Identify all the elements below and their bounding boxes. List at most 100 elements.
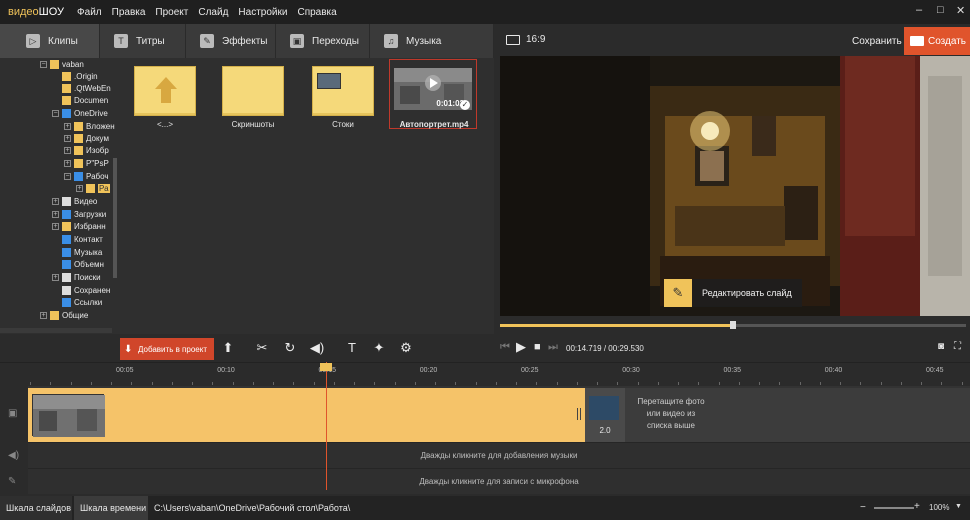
- tree-node[interactable]: − OneDrive: [52, 107, 108, 119]
- tree-node-label: Ссылки: [74, 297, 103, 307]
- tree-node[interactable]: .QtWebEn: [62, 82, 111, 94]
- fullscreen-icon[interactable]: ⛶: [954, 341, 961, 352]
- tree-node[interactable]: + Докум: [64, 132, 109, 144]
- tree-node[interactable]: Сохранен: [62, 284, 110, 296]
- tab-transitions[interactable]: ▣ Переходы: [276, 24, 370, 58]
- snapshot-icon[interactable]: ◙: [938, 341, 944, 352]
- tab-transitions-label: Переходы: [312, 35, 359, 47]
- seekbar-handle[interactable]: [730, 321, 736, 329]
- ruler-tick: [799, 382, 801, 385]
- preview-screen[interactable]: ✎ Редактировать слайд: [500, 56, 970, 316]
- checkmark-icon: ✓: [460, 100, 470, 110]
- text-tool-icon[interactable]: T: [344, 340, 360, 356]
- tree-node-label: Ра: [98, 183, 110, 193]
- transition-block[interactable]: 2.0: [585, 388, 625, 442]
- expand-icon[interactable]: +: [64, 159, 71, 167]
- edit-slide-button[interactable]: ✎ Редактировать слайд: [664, 279, 802, 307]
- tree-node[interactable]: + Поиски: [52, 271, 101, 283]
- voice-track[interactable]: Дважды кликните для записи с микрофона: [28, 468, 970, 494]
- expand-icon[interactable]: +: [52, 197, 59, 205]
- tree-node-selected[interactable]: + Ра: [76, 182, 110, 194]
- tab-timeline-view[interactable]: Шкала времени: [74, 496, 148, 520]
- tab-effects[interactable]: ✎ Эффекты: [186, 24, 276, 58]
- tree-node[interactable]: .Origin: [62, 70, 98, 82]
- menu-settings[interactable]: Настройки: [233, 7, 292, 18]
- stop-icon[interactable]: ■: [534, 341, 541, 353]
- tree-node[interactable]: + P"PsP: [64, 157, 109, 169]
- expand-icon[interactable]: +: [64, 122, 71, 130]
- timeline-ruler[interactable]: 00:0500:1000:1500:2000:2500:3000:3500:40…: [0, 362, 970, 386]
- tab-clips[interactable]: ▷ Клипы: [0, 24, 100, 58]
- music-icon: ♫: [384, 34, 398, 48]
- gear-icon[interactable]: ⚙: [398, 340, 414, 356]
- preview-seekbar[interactable]: [500, 321, 966, 329]
- volume-icon[interactable]: ◀): [309, 340, 325, 356]
- menu-edit[interactable]: Правка: [107, 7, 151, 18]
- tree-node[interactable]: + Изобр: [64, 144, 109, 156]
- microphone-icon: ✎: [8, 476, 17, 487]
- add-to-project-button[interactable]: ⬇ Добавить в проект: [120, 338, 214, 360]
- video-track[interactable]: 2.0 Перетащите фото или видео из списка …: [28, 388, 970, 442]
- skip-forward-icon[interactable]: ⏭: [548, 341, 558, 354]
- playhead-handle[interactable]: [320, 363, 332, 371]
- arrow-up-icon[interactable]: ⬆: [220, 340, 236, 356]
- ruler-tick: [394, 382, 396, 385]
- tree-node[interactable]: Музыка: [62, 246, 102, 258]
- aspect-ratio-selector[interactable]: 16:9: [506, 34, 545, 45]
- tree-node[interactable]: + Загрузки: [52, 208, 106, 220]
- expand-icon[interactable]: +: [76, 184, 83, 192]
- zoom-out-button[interactable]: −: [860, 502, 866, 513]
- tree-node[interactable]: + Вложен: [64, 120, 115, 132]
- scissors-icon[interactable]: ✂: [254, 340, 270, 356]
- chevron-down-icon[interactable]: ▼: [955, 503, 962, 510]
- timeline-playhead[interactable]: [326, 362, 327, 490]
- zoom-in-button[interactable]: +: [914, 501, 920, 512]
- tree-node[interactable]: − Рабоч: [64, 170, 109, 182]
- file-tile-video[interactable]: 0:01:02 ✓ Автопортрет.mp4: [389, 59, 477, 129]
- minimize-button[interactable]: –: [916, 4, 922, 16]
- tree-node[interactable]: + Общие: [40, 309, 88, 321]
- tree-node[interactable]: Ссылки: [62, 296, 102, 308]
- skip-back-icon[interactable]: ⏮: [500, 341, 510, 354]
- expand-icon[interactable]: +: [52, 222, 59, 230]
- expand-icon[interactable]: +: [52, 210, 59, 218]
- close-button[interactable]: ✕: [956, 4, 965, 17]
- tree-node[interactable]: + Видео: [52, 195, 97, 207]
- expand-icon[interactable]: +: [64, 134, 71, 142]
- expand-icon[interactable]: +: [64, 146, 71, 154]
- tab-slide-view[interactable]: Шкала слайдов: [0, 496, 72, 520]
- save-button[interactable]: Сохранить: [852, 36, 902, 47]
- tab-titles[interactable]: T Титры: [100, 24, 186, 58]
- tree-horizontal-scrollbar[interactable]: [0, 328, 112, 333]
- magic-wand-icon[interactable]: ✦: [371, 340, 387, 356]
- rotate-icon[interactable]: ↻: [282, 340, 298, 356]
- menu-slide[interactable]: Слайд: [193, 7, 233, 18]
- file-tile-folder[interactable]: Скриншоты: [210, 62, 296, 130]
- tree-node[interactable]: Объемн: [62, 258, 104, 270]
- collapse-icon[interactable]: −: [40, 60, 47, 68]
- create-button[interactable]: Создать: [904, 27, 970, 55]
- tree-node[interactable]: − vaban: [40, 58, 84, 70]
- menu-project[interactable]: Проект: [150, 7, 193, 18]
- tree-node[interactable]: Контакт: [62, 233, 103, 245]
- expand-icon[interactable]: +: [52, 273, 59, 281]
- expand-icon[interactable]: +: [40, 311, 47, 319]
- file-tile-up[interactable]: <...>: [122, 62, 208, 130]
- zoom-slider[interactable]: [874, 507, 914, 509]
- collapse-icon[interactable]: −: [52, 109, 59, 117]
- video-clip[interactable]: [28, 388, 585, 442]
- folder-icon: [62, 83, 71, 93]
- folder-tree[interactable]: − vaban .Origin .QtWebEn Documen − OneDriv…: [0, 58, 118, 334]
- tree-node[interactable]: + Избранн: [52, 220, 106, 232]
- menu-file[interactable]: Файл: [72, 7, 107, 18]
- clip-trim-handle[interactable]: [577, 408, 581, 420]
- tab-music[interactable]: ♫ Музыка: [370, 24, 494, 58]
- tree-vertical-scrollbar[interactable]: [113, 158, 117, 278]
- maximize-button[interactable]: □: [937, 4, 944, 16]
- file-tile-folder[interactable]: Стоки: [300, 62, 386, 130]
- menu-help[interactable]: Справка: [292, 7, 341, 18]
- tree-node[interactable]: Documen: [62, 94, 108, 106]
- collapse-icon[interactable]: −: [64, 172, 71, 180]
- play-icon[interactable]: ▶: [516, 339, 526, 355]
- music-track[interactable]: Дважды кликните для добавления музыки: [28, 442, 970, 468]
